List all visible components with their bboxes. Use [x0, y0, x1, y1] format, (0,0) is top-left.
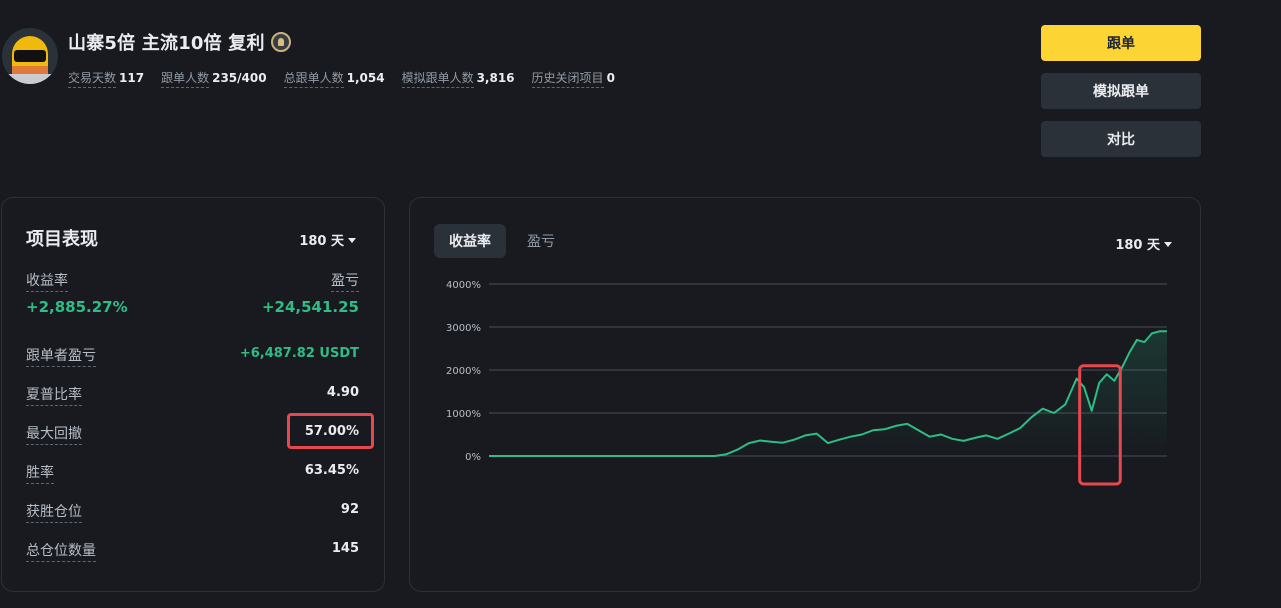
roi-line-chart[interactable]: 0% 1000% 2000% 3000% 4000% — [410, 198, 1200, 591]
title-row: 山寨5倍 主流10倍 复利 — [68, 29, 291, 55]
stat-copiers: 跟单人数 235/400 — [161, 69, 267, 88]
copier-pnl-value: +6,487.82 USDT — [239, 346, 359, 361]
winning-positions-value: 92 — [340, 502, 359, 517]
stat-label[interactable]: 总跟单人数 — [283, 69, 344, 88]
stat-label[interactable]: 历史关闭项目 — [531, 69, 604, 88]
sharpe-ratio-label[interactable]: 夏普比率 — [26, 384, 82, 406]
series-area — [489, 331, 1167, 456]
y-tick-label: 3000% — [446, 323, 481, 334]
stat-value: 3,816 — [476, 71, 515, 85]
stat-total-copiers: 总跟单人数 1,054 — [283, 69, 385, 88]
stats-bar: 交易天数 117 跟单人数 235/400 总跟单人数 1,054 模拟跟单人数… — [68, 69, 615, 88]
winning-positions-label[interactable]: 获胜仓位 — [26, 501, 82, 523]
medal-badge-icon[interactable] — [270, 32, 291, 52]
page-root: 山寨5倍 主流10倍 复利 交易天数 117 跟单人数 235/400 总跟单人… — [0, 0, 1281, 608]
stat-label[interactable]: 模拟跟单人数 — [401, 69, 474, 88]
mock-copy-trade-button[interactable]: 模拟跟单 — [1041, 73, 1201, 109]
stat-value: 117 — [119, 71, 145, 85]
period-dropdown[interactable]: 180 天 — [299, 230, 356, 249]
stat-sim-copiers: 模拟跟单人数 3,816 — [401, 69, 515, 88]
total-positions-label[interactable]: 总仓位数量 — [26, 540, 96, 562]
stat-label[interactable]: 跟单人数 — [161, 69, 210, 88]
avatar-band — [12, 66, 48, 74]
y-tick-label: 4000% — [446, 280, 481, 291]
page-title: 山寨5倍 主流10倍 复利 — [68, 33, 265, 54]
stat-label[interactable]: 交易天数 — [68, 69, 117, 88]
performance-card: 项目表现 180 天 收益率 盈亏 +2,885.27% +24,541.25 … — [1, 197, 385, 592]
caret-down-icon — [348, 237, 356, 243]
y-tick-label: 0% — [465, 452, 481, 463]
copy-trade-button[interactable]: 跟单 — [1041, 25, 1201, 61]
stat-trade-days: 交易天数 117 — [68, 69, 144, 88]
period-label: 180 天 — [299, 234, 344, 249]
y-tick-label: 1000% — [446, 409, 481, 420]
stat-closed-projects: 历史关闭项目 0 — [531, 69, 615, 88]
avatar[interactable] — [2, 28, 58, 84]
avatar-visor — [14, 50, 46, 62]
max-drawdown-label[interactable]: 最大回撤 — [26, 423, 82, 445]
chart-card: 收益率 盈亏 180 天 0% 1000% 2000% 3000% 4000% — [409, 197, 1201, 592]
roi-value: +2,885.27% — [26, 298, 128, 316]
win-rate-value: 63.45% — [304, 463, 359, 478]
win-rate-label[interactable]: 胜率 — [26, 462, 54, 484]
avatar-collar — [8, 74, 52, 84]
stat-value: 1,054 — [346, 71, 385, 85]
compare-button[interactable]: 对比 — [1041, 121, 1201, 157]
stat-value: 0 — [606, 71, 615, 85]
pnl-label[interactable]: 盈亏 — [331, 270, 359, 292]
performance-title: 项目表现 — [26, 229, 98, 250]
total-positions-value: 145 — [331, 541, 359, 556]
y-tick-label: 2000% — [446, 366, 481, 377]
copier-pnl-label[interactable]: 跟单者盈亏 — [26, 345, 96, 367]
sharpe-ratio-value: 4.90 — [326, 385, 359, 400]
stat-value: 235/400 — [212, 71, 267, 85]
pnl-value: +24,541.25 — [261, 298, 359, 316]
max-drawdown-highlight-box — [287, 413, 374, 449]
roi-label[interactable]: 收益率 — [26, 270, 68, 292]
